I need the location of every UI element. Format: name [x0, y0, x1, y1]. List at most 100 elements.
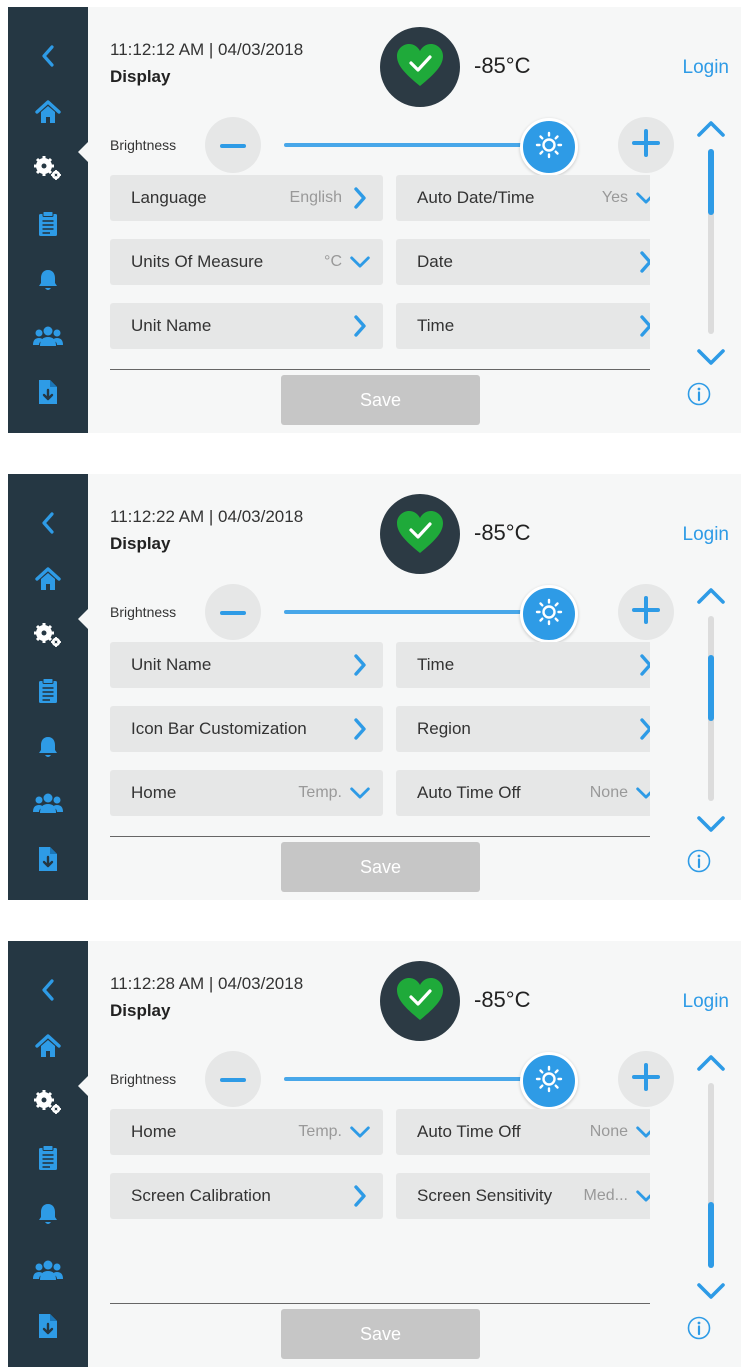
settings-list: Unit Name Time Icon Bar Customization Re… [110, 642, 650, 836]
setting-value: Yes [601, 189, 628, 206]
datetime: 11:12:28 AM | 04/03/2018 [110, 974, 304, 993]
log-icon[interactable] [32, 675, 64, 707]
info-icon[interactable] [687, 382, 711, 406]
alarm-bell-icon[interactable] [32, 731, 64, 763]
back-icon[interactable] [32, 40, 64, 72]
save-button[interactable]: Save [281, 375, 480, 425]
scroll-down-chevron-icon[interactable] [696, 345, 726, 369]
setting-label: Region [417, 719, 471, 738]
brightness-slider-track[interactable] [284, 1077, 554, 1081]
settings-list: Language English Auto Date/Time Yes Unit… [110, 175, 650, 369]
scrollbar-thumb[interactable] [708, 149, 714, 215]
brightness-increase-button[interactable] [618, 117, 674, 173]
status-indicator[interactable] [380, 27, 460, 107]
setting-left-row[interactable]: Units Of Measure °C [110, 239, 383, 285]
chevron-down-icon [350, 783, 370, 803]
scroll-up-chevron-icon[interactable] [696, 584, 726, 608]
brightness-slider-thumb[interactable] [520, 585, 578, 643]
alarm-bell-icon[interactable] [32, 1198, 64, 1230]
temperature-readout: -85°C [474, 520, 531, 545]
status-indicator[interactable] [380, 961, 460, 1041]
setting-value: Temp. [298, 784, 342, 801]
status-indicator[interactable] [380, 494, 460, 574]
setting-left-row[interactable]: Home Temp. [110, 770, 383, 816]
minus-icon [220, 603, 246, 621]
login-link[interactable]: Login [683, 524, 730, 546]
setting-value: None [589, 1123, 628, 1140]
setting-right-row[interactable]: Time [396, 642, 650, 688]
brightness-increase-button[interactable] [618, 1051, 674, 1107]
settings-icon[interactable] [32, 619, 64, 651]
setting-label: Time [417, 316, 455, 335]
temperature-readout: -85°C [474, 53, 531, 78]
setting-left-row[interactable]: Unit Name [110, 303, 383, 349]
setting-label: Home [131, 783, 177, 802]
setting-label: Auto Date/Time [417, 188, 535, 207]
users-icon[interactable] [32, 1254, 64, 1286]
scrollbar[interactable] [708, 149, 714, 334]
settings-icon[interactable] [32, 1086, 64, 1118]
login-link[interactable]: Login [683, 57, 730, 79]
save-button[interactable]: Save [281, 842, 480, 892]
setting-value: None [589, 784, 628, 801]
chevron-right-icon [636, 315, 650, 337]
users-icon[interactable] [32, 787, 64, 819]
scroll-down-chevron-icon[interactable] [696, 812, 726, 836]
export-file-icon[interactable] [32, 843, 64, 875]
chevron-right-icon [350, 718, 370, 740]
scrollbar-thumb[interactable] [708, 655, 714, 721]
setting-label: Date [417, 252, 453, 271]
setting-right-row[interactable]: Screen Sensitivity Med... [396, 1173, 650, 1219]
setting-left-row[interactable]: Unit Name [110, 642, 383, 688]
chevron-down-icon [636, 783, 650, 803]
brightness-decrease-button[interactable] [205, 584, 261, 640]
setting-right-row[interactable]: Date [396, 239, 650, 285]
home-icon[interactable] [32, 96, 64, 128]
alarm-bell-icon[interactable] [32, 264, 64, 296]
log-icon[interactable] [32, 208, 64, 240]
brightness-decrease-button[interactable] [205, 117, 261, 173]
setting-right-row[interactable]: Auto Time Off None [396, 1109, 650, 1155]
brightness-decrease-button[interactable] [205, 1051, 261, 1107]
home-icon[interactable] [32, 1030, 64, 1062]
log-icon[interactable] [32, 1142, 64, 1174]
chevron-down-icon [350, 1122, 370, 1142]
chevron-right-icon [350, 187, 370, 209]
brightness-slider-track[interactable] [284, 610, 554, 614]
info-icon[interactable] [687, 849, 711, 873]
brightness-slider-track[interactable] [284, 143, 554, 147]
scrollbar[interactable] [708, 1083, 714, 1268]
brightness-slider-thumb[interactable] [520, 118, 578, 176]
settings-icon[interactable] [32, 152, 64, 184]
scrollbar[interactable] [708, 616, 714, 801]
login-link[interactable]: Login [683, 991, 730, 1013]
scroll-up-chevron-icon[interactable] [696, 1051, 726, 1075]
users-icon[interactable] [32, 320, 64, 352]
back-icon[interactable] [32, 974, 64, 1006]
setting-left-row[interactable]: Icon Bar Customization [110, 706, 383, 752]
sun-icon [535, 1065, 563, 1098]
setting-right-row[interactable]: Time [396, 303, 650, 349]
export-file-icon[interactable] [32, 376, 64, 408]
setting-left-row[interactable]: Language English [110, 175, 383, 221]
scrollbar-thumb[interactable] [708, 1202, 714, 1268]
display-settings-screen: 11:12:22 AM | 04/03/2018 Display -85°C L… [8, 474, 741, 900]
scroll-up-chevron-icon[interactable] [696, 117, 726, 141]
home-icon[interactable] [32, 563, 64, 595]
sidebar [8, 474, 88, 900]
setting-left-row[interactable]: Home Temp. [110, 1109, 383, 1155]
setting-right-row[interactable]: Auto Date/Time Yes [396, 175, 650, 221]
setting-value: Temp. [298, 1123, 342, 1140]
setting-right-row[interactable]: Region [396, 706, 650, 752]
info-icon[interactable] [687, 1316, 711, 1340]
brightness-slider-thumb[interactable] [520, 1052, 578, 1110]
export-file-icon[interactable] [32, 1310, 64, 1342]
page-title: Display [110, 534, 171, 553]
setting-right-row[interactable]: Auto Time Off None [396, 770, 650, 816]
brightness-increase-button[interactable] [618, 584, 674, 640]
scroll-down-chevron-icon[interactable] [696, 1279, 726, 1303]
back-icon[interactable] [32, 507, 64, 539]
setting-left-row[interactable]: Screen Calibration [110, 1173, 383, 1219]
settings-list: Home Temp. Auto Time Off None Screen Cal… [110, 1109, 650, 1303]
save-button[interactable]: Save [281, 1309, 480, 1359]
